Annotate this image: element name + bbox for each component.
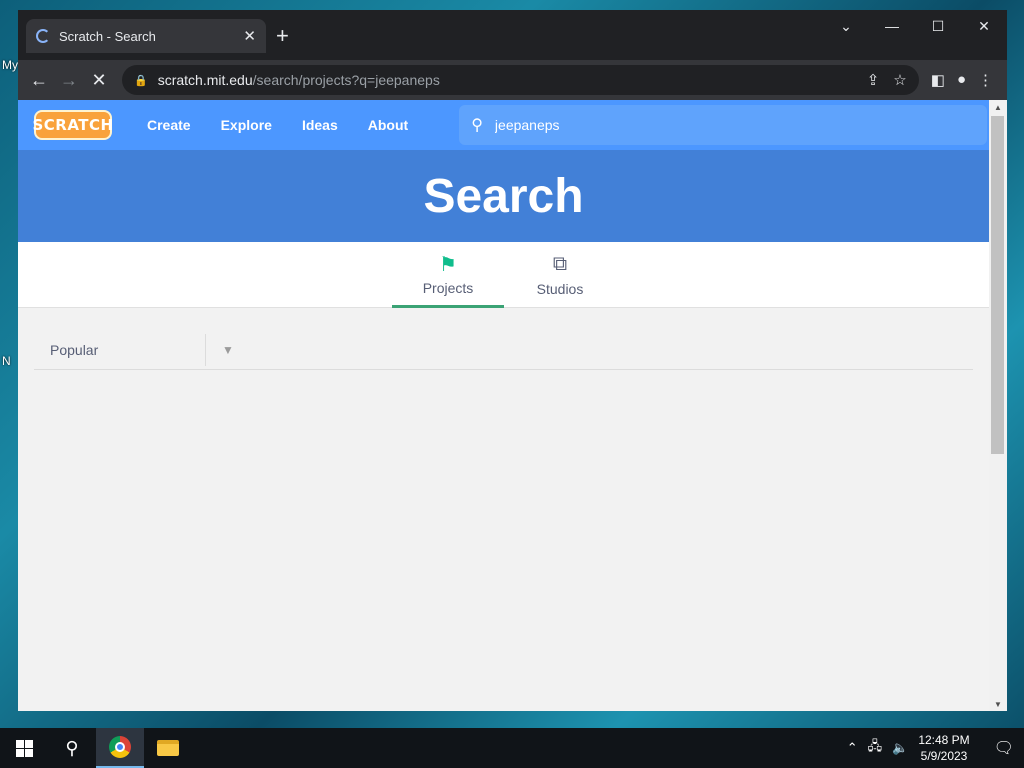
search-input[interactable] bbox=[494, 117, 960, 133]
chevron-up-icon[interactable]: ⌃ bbox=[847, 740, 858, 756]
search-bar: ⚲ bbox=[459, 105, 988, 145]
tab-label: Projects bbox=[422, 279, 474, 296]
taskbar-file-explorer[interactable] bbox=[144, 728, 192, 768]
taskbar-chrome[interactable] bbox=[96, 728, 144, 768]
search-tabs: ⚑ Projects ⧉ Studios bbox=[18, 242, 989, 308]
start-button[interactable] bbox=[0, 728, 48, 768]
close-window-button[interactable]: ✕ bbox=[961, 10, 1007, 42]
back-button[interactable]: ← bbox=[24, 65, 54, 95]
share-icon[interactable]: ⇪ bbox=[867, 71, 880, 89]
bookmark-star-icon[interactable]: ☆ bbox=[893, 71, 906, 89]
folder-icon bbox=[157, 740, 179, 756]
desktop-icon-label[interactable]: N bbox=[2, 354, 11, 368]
nav-about[interactable]: About bbox=[353, 117, 423, 133]
maximize-button[interactable]: ☐ bbox=[915, 10, 961, 42]
sort-filter: Popular ▼ bbox=[34, 330, 973, 370]
chevron-down-icon[interactable]: ▼ bbox=[222, 343, 234, 357]
address-bar[interactable]: 🔒 scratch.mit.edu/search/projects?q=jeep… bbox=[122, 65, 919, 95]
page-title: Search bbox=[423, 169, 584, 223]
url-host: scratch.mit.edu bbox=[157, 72, 253, 88]
stop-loading-button[interactable]: ✕ bbox=[84, 65, 114, 95]
new-tab-button[interactable]: + bbox=[276, 23, 289, 49]
page-viewport: SCRATCH Create Explore Ideas About ⚲ Sea… bbox=[18, 100, 989, 711]
profile-icon[interactable]: ● bbox=[957, 71, 966, 89]
tab-projects[interactable]: ⚑ Projects bbox=[392, 242, 504, 308]
volume-icon[interactable]: 🔈 bbox=[892, 740, 908, 756]
scroll-up-icon[interactable]: ▲ bbox=[989, 103, 1007, 112]
notifications-icon[interactable]: 🗨 bbox=[994, 738, 1014, 758]
nav-ideas[interactable]: Ideas bbox=[287, 117, 353, 133]
nav-create[interactable]: Create bbox=[132, 117, 206, 133]
taskbar: ⚲ ⌃ 🖧 🔈 12:48 PM 5/9/2023 🗨 bbox=[0, 728, 1024, 768]
taskbar-search-icon[interactable]: ⚲ bbox=[48, 728, 96, 768]
scrollbar-thumb[interactable] bbox=[991, 116, 1004, 454]
minimize-button[interactable]: — bbox=[869, 10, 915, 42]
scroll-down-icon[interactable]: ▼ bbox=[989, 700, 1007, 709]
flag-icon: ⚑ bbox=[439, 253, 457, 276]
tab-strip: Scratch - Search ✕ + ⌄ — ☐ ✕ bbox=[18, 10, 1007, 60]
page-scrollbar[interactable]: ▲ ▼ bbox=[989, 100, 1007, 711]
clock[interactable]: 12:48 PM 5/9/2023 bbox=[918, 732, 969, 764]
browser-window: Scratch - Search ✕ + ⌄ — ☐ ✕ ← → ✕ 🔒 scr… bbox=[18, 10, 1007, 711]
browser-toolbar: ← → ✕ 🔒 scratch.mit.edu/search/projects?… bbox=[18, 60, 1007, 100]
tab-search-icon[interactable]: ⌄ bbox=[823, 10, 869, 42]
studios-icon: ⧉ bbox=[552, 253, 568, 275]
system-tray: ⌃ 🖧 🔈 12:48 PM 5/9/2023 🗨 bbox=[847, 732, 1024, 764]
browser-tab[interactable]: Scratch - Search ✕ bbox=[26, 19, 266, 53]
close-tab-icon[interactable]: ✕ bbox=[243, 27, 256, 45]
scratch-logo[interactable]: SCRATCH bbox=[32, 110, 113, 140]
clock-date: 5/9/2023 bbox=[920, 749, 968, 763]
lock-icon[interactable]: 🔒 bbox=[134, 74, 148, 87]
forward-button[interactable]: → bbox=[54, 65, 84, 95]
window-controls: ⌄ — ☐ ✕ bbox=[823, 10, 1007, 42]
scratch-navbar: SCRATCH Create Explore Ideas About ⚲ bbox=[18, 100, 989, 150]
nav-explore[interactable]: Explore bbox=[206, 117, 287, 133]
tab-studios[interactable]: ⧉ Studios bbox=[504, 242, 616, 308]
search-banner: Search bbox=[18, 150, 989, 242]
clock-time: 12:48 PM bbox=[918, 733, 970, 747]
loading-spinner-icon bbox=[36, 29, 50, 43]
tab-title: Scratch - Search bbox=[59, 28, 156, 44]
menu-icon[interactable]: ⋮ bbox=[978, 71, 993, 89]
windows-icon bbox=[15, 739, 33, 757]
network-icon[interactable]: 🖧 bbox=[868, 737, 883, 759]
sort-select[interactable]: Popular bbox=[34, 333, 206, 366]
tab-label: Studios bbox=[536, 281, 584, 297]
search-icon: ⚲ bbox=[471, 117, 483, 134]
chrome-icon bbox=[109, 736, 131, 758]
desktop-icon-label[interactable]: My bbox=[2, 58, 18, 72]
url-path: /search/projects?q=jeepaneps bbox=[252, 72, 440, 88]
side-panel-icon[interactable]: ◧ bbox=[931, 71, 945, 89]
